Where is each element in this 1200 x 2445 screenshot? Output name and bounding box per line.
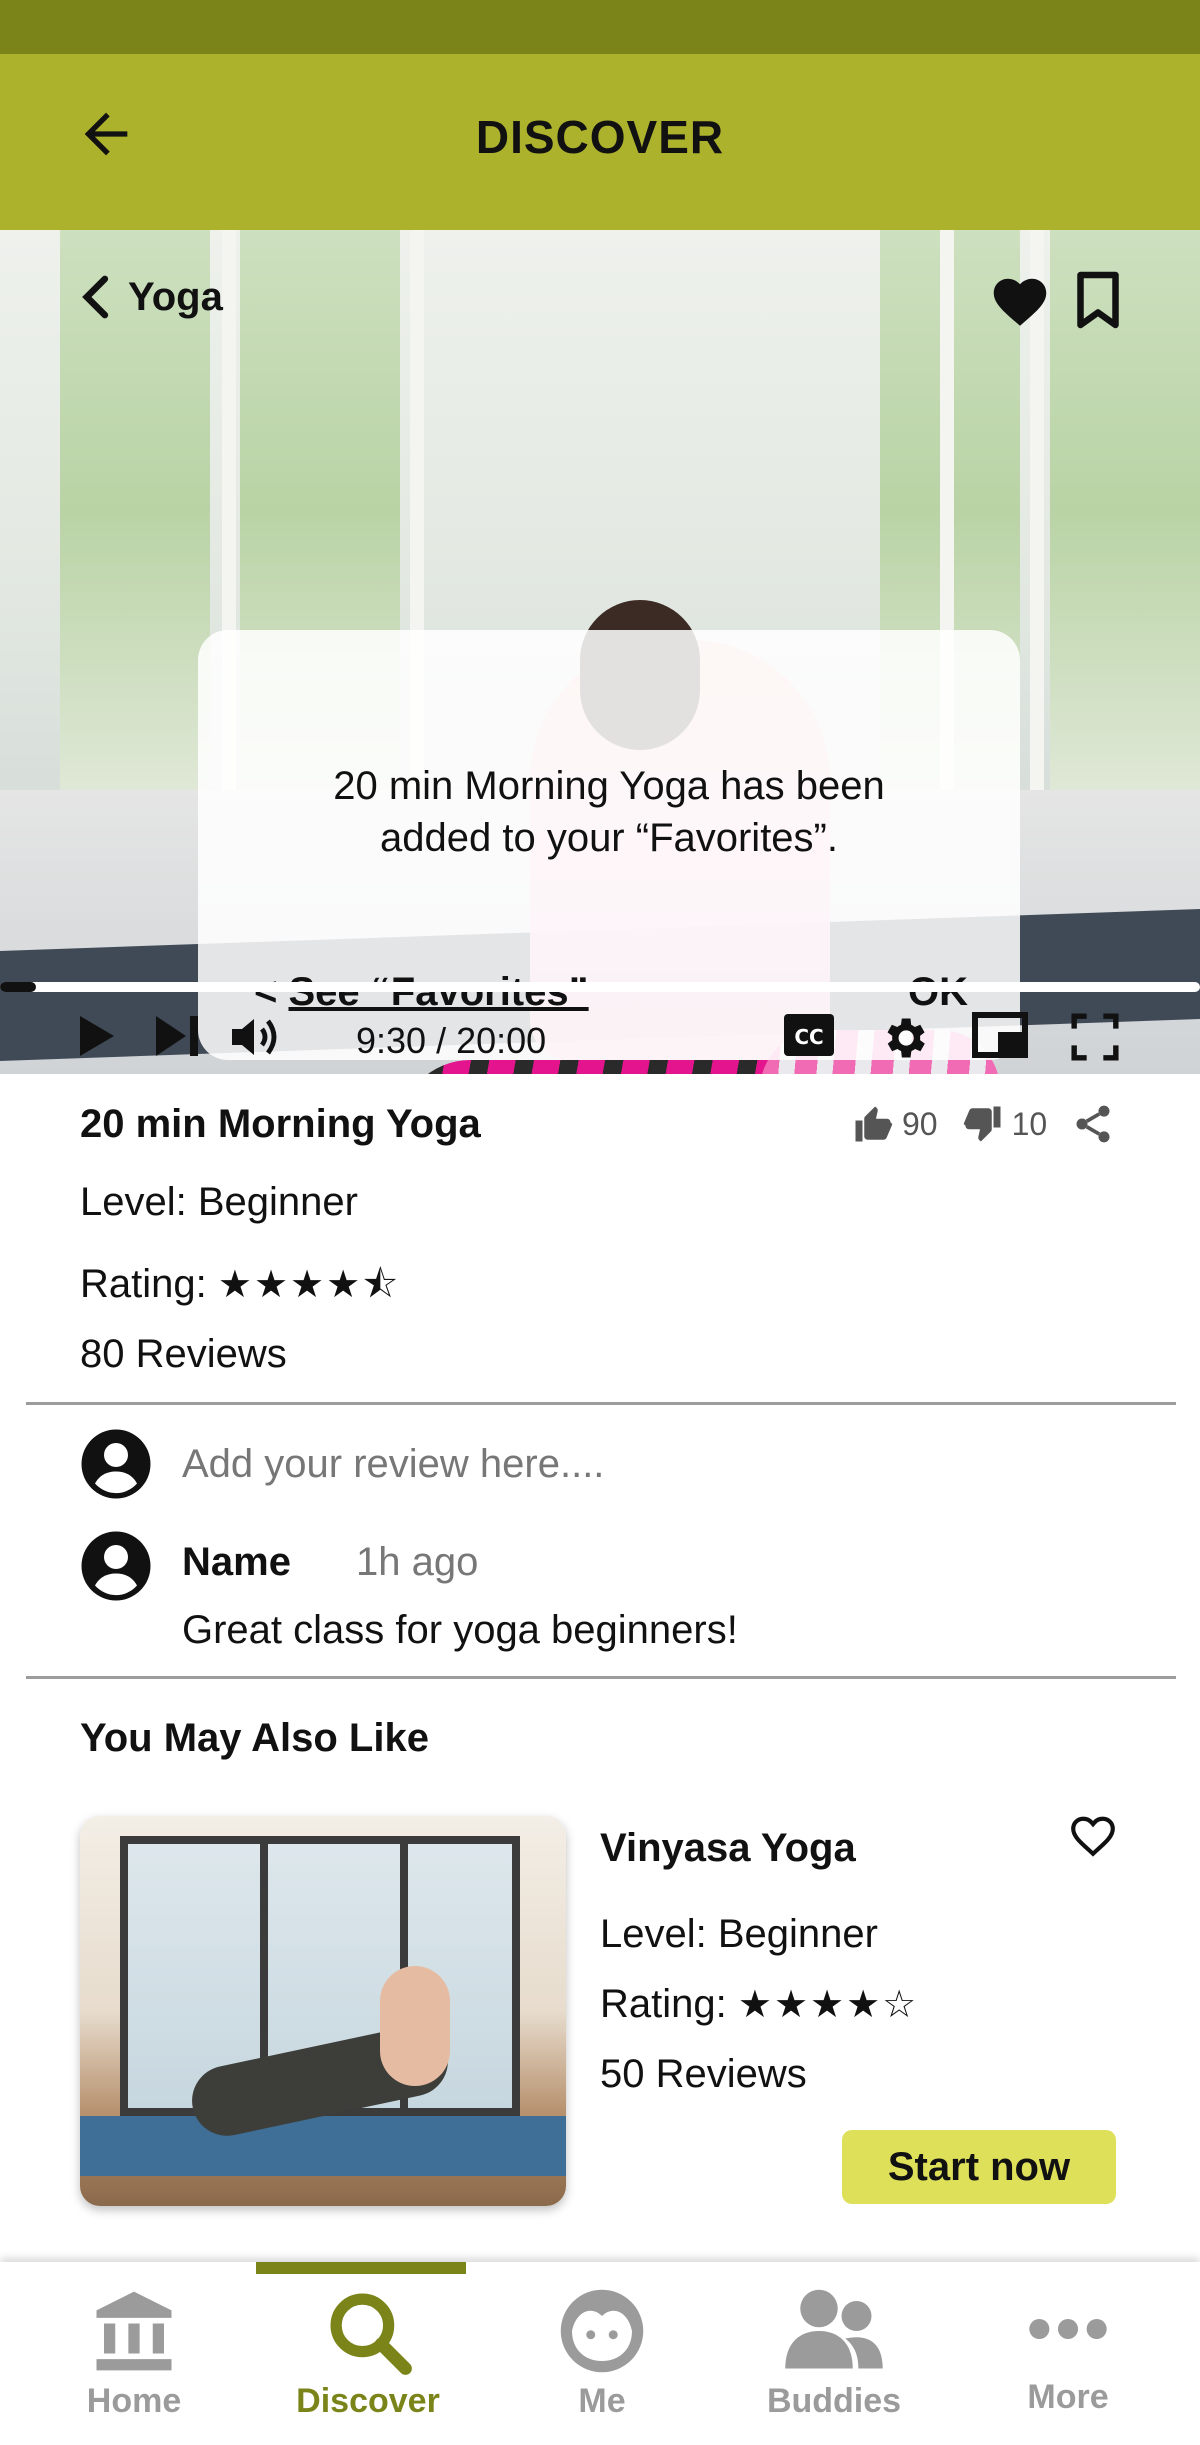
bottom-navigation: Home Discover Me Buddies More [0, 2262, 1200, 2445]
dislikes-count: 10 [1011, 1105, 1048, 1142]
volume-icon[interactable] [228, 1012, 284, 1062]
dialog-message: 20 min Morning Yoga has been added to yo… [333, 764, 885, 860]
recommendation-title: Vinyasa Yoga [600, 1826, 856, 1870]
bank-icon [96, 2291, 172, 2371]
svg-text:CC: CC [794, 1025, 823, 1049]
video-title: 20 min Morning Yoga [80, 1102, 481, 1146]
video-level: Level: Beginner [80, 1180, 358, 1224]
recommendation-reviews-count: 50 Reviews [600, 2052, 807, 2096]
face-icon [560, 2289, 644, 2373]
category-back-link[interactable]: Yoga [78, 274, 223, 320]
nav-label: Discover [296, 2382, 440, 2420]
nav-label: Buddies [766, 2382, 902, 2420]
miniplayer-icon[interactable] [972, 1012, 1028, 1058]
search-icon [330, 2293, 412, 2375]
section-title: You May Also Like [80, 1716, 429, 1760]
heart-outline-icon[interactable] [1068, 1812, 1118, 1858]
reactions: 90 10 [852, 1102, 1115, 1146]
active-tab-indicator [256, 2262, 466, 2274]
share-icon[interactable] [1071, 1102, 1115, 1146]
review-timestamp: 1h ago [356, 1540, 479, 1584]
settings-gear-icon[interactable] [878, 1012, 930, 1064]
video-time: 9:30 / 20:00 [356, 1020, 547, 1061]
user-avatar-icon [81, 1429, 151, 1499]
nav-label: Me [578, 2382, 626, 2420]
fullscreen-icon[interactable] [1070, 1012, 1120, 1062]
app-header: DISCOVER [0, 54, 1200, 230]
thumbnail-mat [80, 2116, 566, 2176]
recommendation-level: Level: Beginner [600, 1912, 878, 1956]
nav-discover[interactable]: Discover [268, 2286, 468, 2436]
rating-stars: ★★★★⯪ [217, 1262, 401, 1306]
reviewer-avatar-icon [81, 1531, 151, 1601]
thumbs-down-icon[interactable] [962, 1103, 1004, 1145]
nav-more[interactable]: More [968, 2286, 1168, 2436]
reviewer-name: Name [182, 1540, 291, 1584]
review-text: Great class for yoga beginners! [182, 1608, 738, 1652]
recommendation-thumbnail[interactable] [80, 1816, 566, 2206]
favorites-dialog: 20 min Morning Yoga has been added to yo… [198, 630, 1020, 1060]
chevron-left-icon [82, 275, 109, 319]
nav-me[interactable]: Me [502, 2286, 702, 2436]
category-label: Yoga [128, 274, 223, 319]
video-progress-fill [0, 982, 36, 992]
video-controls: 9:30 / 20:00 CC [0, 1000, 1200, 1074]
more-dots-icon [1029, 2318, 1107, 2340]
nav-buddies[interactable]: Buddies [734, 2286, 934, 2436]
page-title: DISCOVER [475, 111, 725, 163]
video-rating: Rating: ★★★★⯪ [80, 1262, 401, 1306]
skip-next-icon[interactable] [152, 1012, 204, 1060]
divider [26, 1676, 1176, 1679]
rating-stars: ★★★★☆ [737, 1982, 919, 2026]
video-reviews-count: 80 Reviews [80, 1332, 287, 1376]
likes-count: 90 [902, 1105, 938, 1142]
start-now-button[interactable]: Start now [842, 2130, 1116, 2204]
heart-filled-icon[interactable] [990, 272, 1050, 328]
divider [26, 1402, 1176, 1405]
nav-home[interactable]: Home [34, 2286, 234, 2436]
play-icon[interactable] [74, 1012, 118, 1060]
thumbnail-torso [380, 1966, 450, 2086]
nav-label: More [1027, 2378, 1109, 2416]
people-icon [785, 2289, 883, 2369]
closed-captions-icon[interactable]: CC [782, 1012, 836, 1058]
status-bar [0, 0, 1200, 54]
video-progress-track[interactable] [0, 982, 1200, 992]
nav-label: Home [86, 2382, 182, 2420]
video-player[interactable]: Yoga 20 min Morning Yoga has been added … [0, 230, 1200, 1074]
thumbs-up-icon[interactable] [852, 1103, 894, 1145]
review-input[interactable] [182, 1436, 1082, 1492]
bookmark-icon[interactable] [1072, 270, 1124, 330]
recommendation-rating: Rating: ★★★★☆ [600, 1982, 919, 2026]
